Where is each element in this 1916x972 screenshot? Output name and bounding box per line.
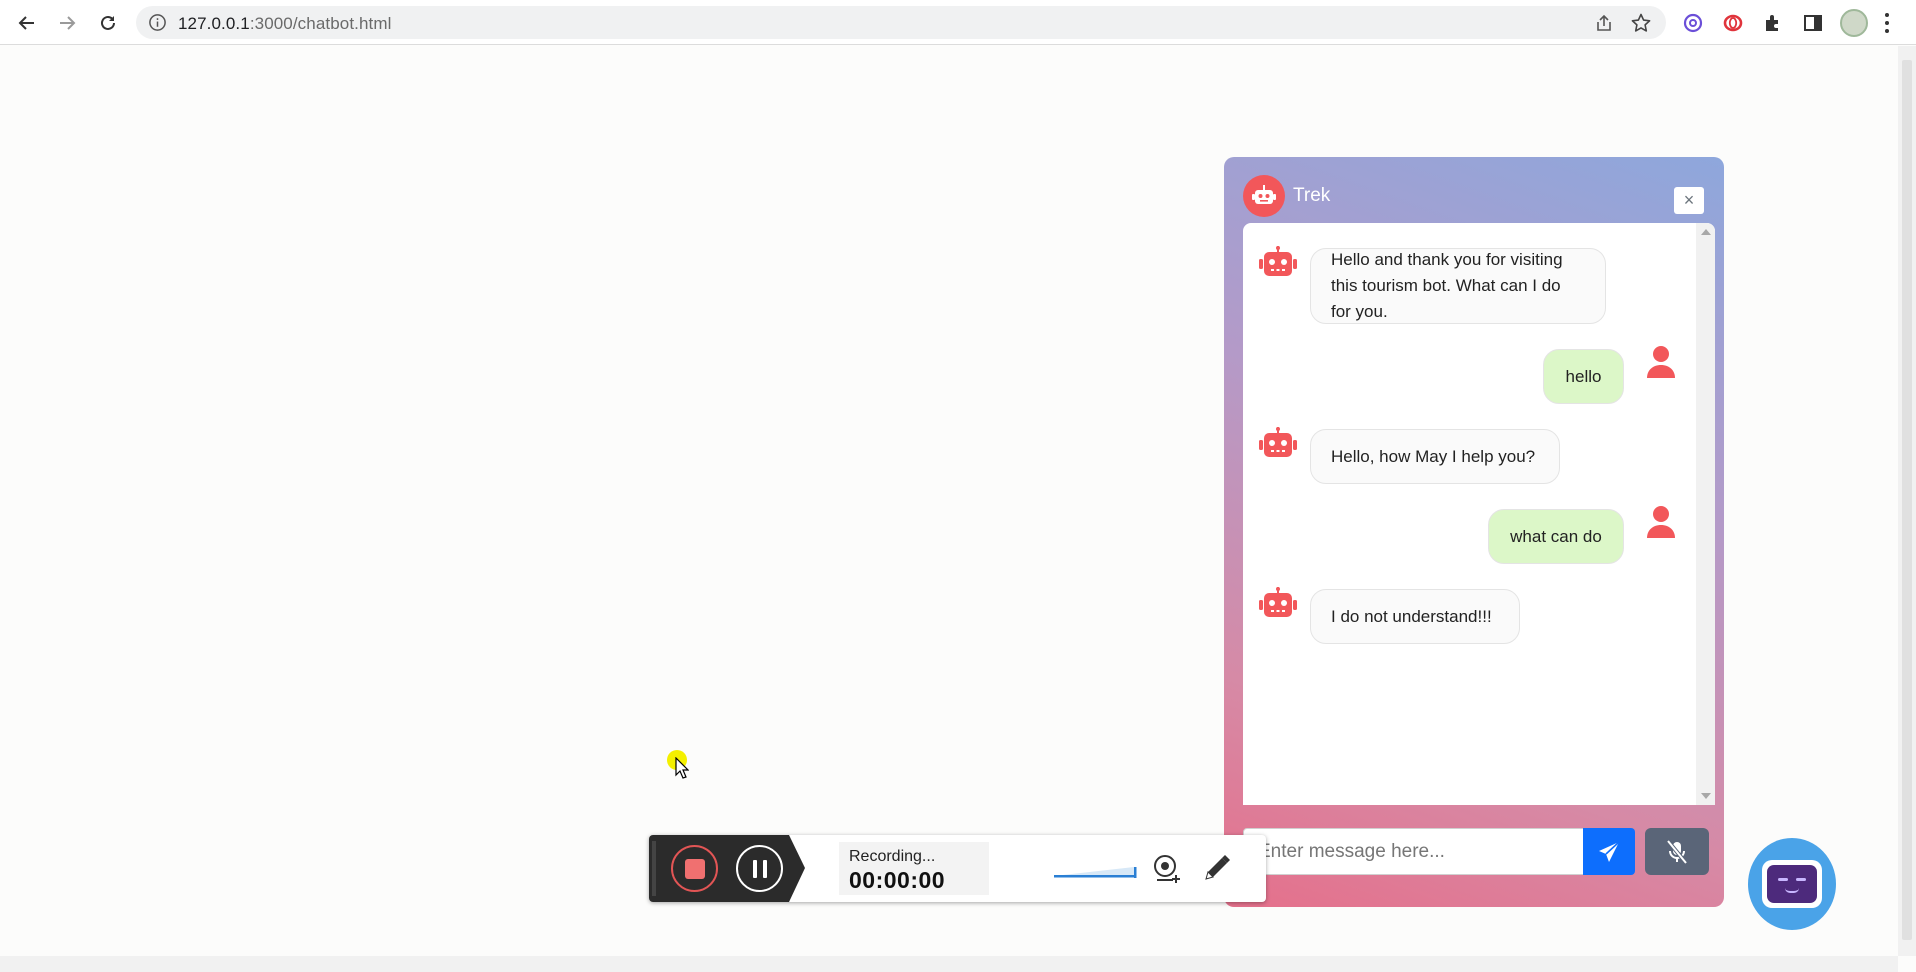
- pause-recording-button[interactable]: [736, 845, 783, 892]
- profile-avatar[interactable]: [1840, 9, 1868, 37]
- stop-recording-button[interactable]: [671, 845, 718, 892]
- chat-messages[interactable]: Hello and thank you for visiting this to…: [1243, 223, 1715, 805]
- extension-at-icon[interactable]: [1680, 10, 1706, 36]
- chatbot-title: Trek: [1293, 185, 1331, 206]
- pen-draw-icon[interactable]: [1202, 853, 1232, 883]
- messages-scrollbar[interactable]: [1696, 223, 1715, 805]
- site-info-icon[interactable]: [148, 13, 167, 32]
- address-bar[interactable]: 127.0.0.1:3000/chatbot.html: [136, 6, 1666, 39]
- forward-icon[interactable]: [54, 10, 80, 36]
- launcher-robot-icon: [1762, 860, 1822, 908]
- chatbot-launcher-button[interactable]: [1748, 838, 1836, 930]
- back-icon[interactable]: [14, 10, 40, 36]
- bot-message: Hello, how May I help you?: [1310, 429, 1560, 484]
- reload-icon[interactable]: [95, 10, 121, 36]
- recording-status: Recording... 00:00:00: [839, 842, 989, 895]
- bot-robot-icon: [1258, 243, 1298, 283]
- bot-message: I do not understand!!!: [1310, 589, 1520, 644]
- user-message: hello: [1543, 349, 1624, 404]
- extensions-puzzle-icon[interactable]: [1760, 10, 1786, 36]
- user-person-icon: [1641, 342, 1681, 382]
- recording-timer: 00:00:00: [849, 867, 946, 893]
- message-input-wrapper: [1243, 828, 1623, 875]
- stop-icon: [684, 858, 705, 879]
- scroll-down-arrow-icon[interactable]: [1701, 793, 1711, 799]
- message-input[interactable]: [1244, 829, 1622, 874]
- user-message: what can do: [1488, 509, 1624, 564]
- scrollbar-thumb[interactable]: [1902, 60, 1912, 940]
- chatbot-panel: Trek × Hello and thank you for visiting …: [1224, 157, 1724, 907]
- bot-robot-icon: [1258, 584, 1298, 624]
- page-horizontal-scrollbar[interactable]: [0, 956, 1898, 972]
- drag-handle[interactable]: [652, 841, 656, 896]
- screen-recorder-bar: Recording... 00:00:00: [649, 835, 1266, 902]
- url-text[interactable]: 127.0.0.1:3000/chatbot.html: [178, 14, 391, 34]
- robot-icon: [1252, 185, 1276, 204]
- scroll-up-arrow-icon[interactable]: [1701, 229, 1711, 235]
- microphone-slash-icon: [1666, 839, 1688, 864]
- mouse-cursor-icon: [675, 757, 689, 779]
- bot-message: Hello and thank you for visiting this to…: [1310, 248, 1606, 324]
- menu-dots-icon[interactable]: [1882, 12, 1892, 34]
- browser-toolbar: 127.0.0.1:3000/chatbot.html: [0, 0, 1916, 45]
- chatbot-header-avatar: [1243, 175, 1285, 217]
- bot-robot-icon: [1258, 424, 1298, 464]
- extension-opera-icon[interactable]: [1720, 10, 1746, 36]
- audio-level-icon: [1054, 867, 1137, 878]
- send-paper-plane-icon: [1599, 840, 1620, 862]
- chatbot-close-button[interactable]: ×: [1674, 187, 1704, 214]
- user-person-icon: [1641, 502, 1681, 542]
- webcam-icon[interactable]: [1151, 853, 1183, 885]
- send-button[interactable]: [1583, 828, 1635, 875]
- mic-mute-button[interactable]: [1645, 828, 1709, 875]
- share-icon[interactable]: [1594, 13, 1614, 33]
- page-vertical-scrollbar[interactable]: [1898, 46, 1916, 956]
- bookmark-star-icon[interactable]: [1630, 12, 1652, 34]
- side-panel-icon[interactable]: [1800, 10, 1826, 36]
